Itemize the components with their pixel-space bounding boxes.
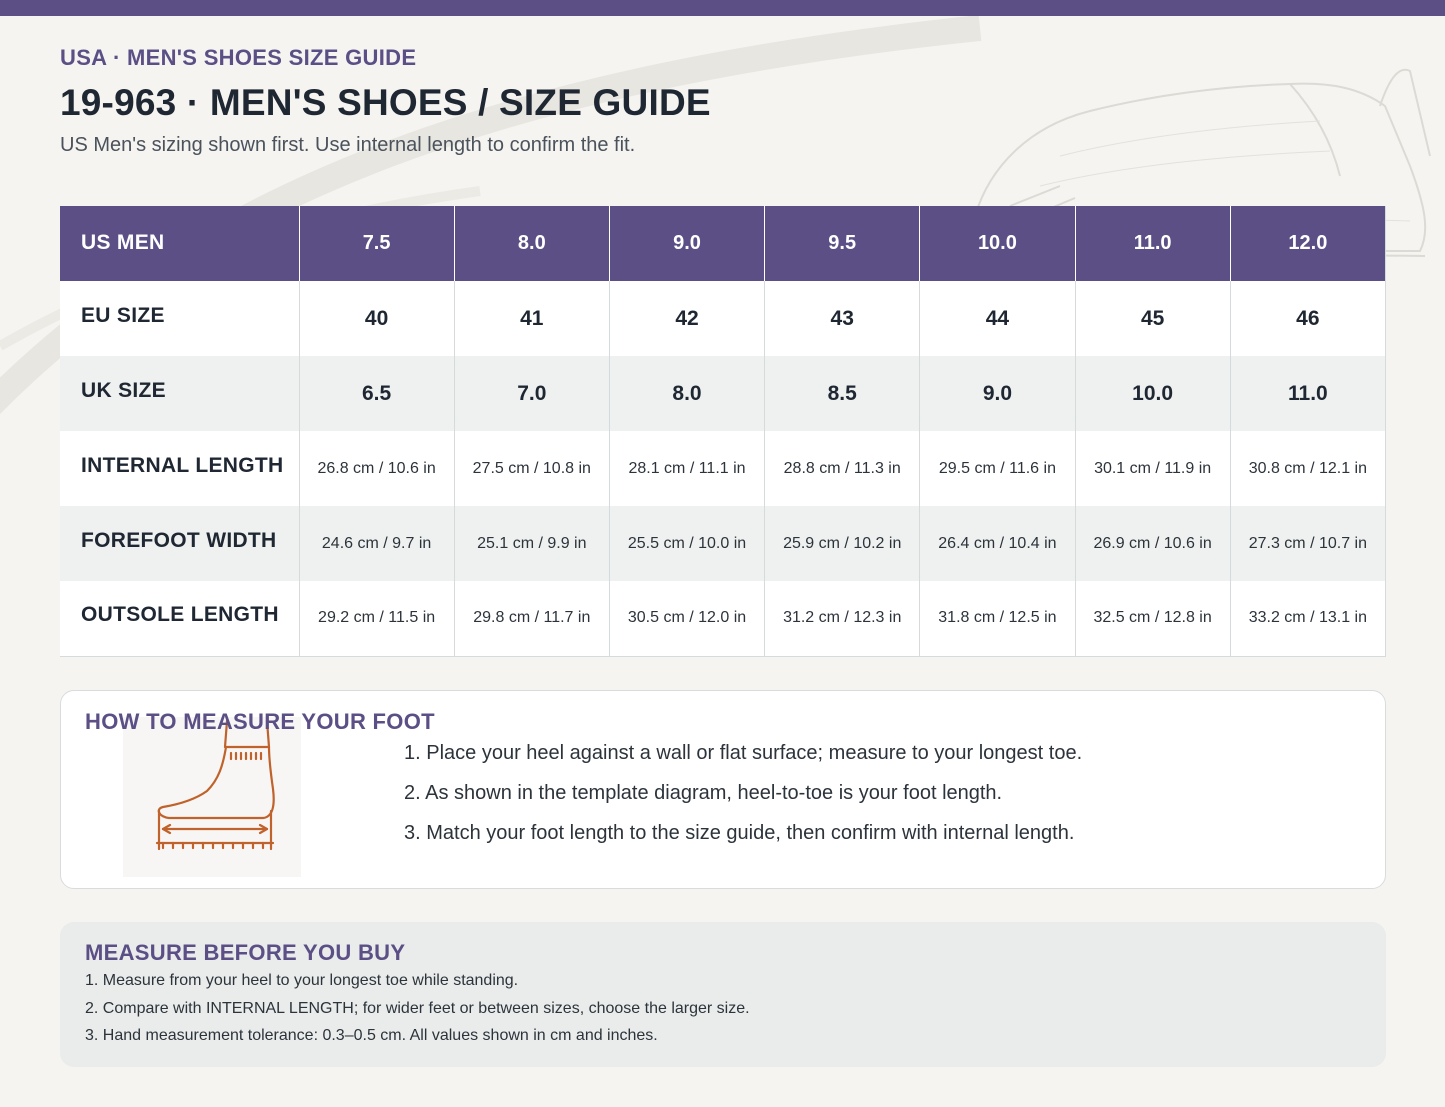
table-row: EU SIZE 40 41 42 43 44 45 46 bbox=[60, 281, 1387, 356]
table-cell: 30.1 cm / 11.9 in bbox=[1075, 431, 1231, 506]
list-item: 3. Hand measurement tolerance: 0.3–0.5 c… bbox=[85, 1027, 658, 1044]
page-eyebrow: USA · MEN'S SHOES SIZE GUIDE bbox=[60, 45, 417, 70]
foot-measure-icon bbox=[123, 717, 301, 877]
table-row: OUTSOLE LENGTH 29.2 cm / 11.5 in 29.8 cm… bbox=[60, 581, 1387, 657]
table-row: INTERNAL LENGTH 26.8 cm / 10.6 in 27.5 c… bbox=[60, 431, 1387, 506]
us-size-cell: 11.0 bbox=[1075, 206, 1231, 281]
table-cell: 26.4 cm / 10.4 in bbox=[919, 506, 1076, 581]
table-cell: 6.5 bbox=[299, 356, 455, 431]
list-item: 1. Measure from your heel to your longes… bbox=[85, 972, 519, 989]
table-cell: 33.2 cm / 13.1 in bbox=[1230, 581, 1387, 657]
measure-steps: 1. Place your heel against a wall or fla… bbox=[404, 739, 1082, 859]
row-label: FOREFOOT WIDTH bbox=[60, 506, 300, 581]
table-cell: 29.8 cm / 11.7 in bbox=[454, 581, 610, 657]
table-row: UK SIZE 6.5 7.0 8.0 8.5 9.0 10.0 11.0 bbox=[60, 356, 1387, 431]
table-header-row: US MEN 7.5 8.0 9.0 9.5 10.0 11.0 12.0 bbox=[60, 206, 1387, 281]
us-size-cell: 9.0 bbox=[609, 206, 766, 281]
table-cell: 27.5 cm / 10.8 in bbox=[454, 431, 610, 506]
table-cell: 11.0 bbox=[1230, 356, 1387, 431]
list-item: 3. Match your foot length to the size gu… bbox=[404, 822, 1075, 844]
size-table: US MEN 7.5 8.0 9.0 9.5 10.0 11.0 12.0 EU… bbox=[60, 206, 1387, 657]
us-size-cell: 7.5 bbox=[299, 206, 455, 281]
table-cell: 31.2 cm / 12.3 in bbox=[764, 581, 921, 657]
row-label: OUTSOLE LENGTH bbox=[60, 581, 300, 657]
table-cell: 28.8 cm / 11.3 in bbox=[764, 431, 921, 506]
list-item: 2. Compare with INTERNAL LENGTH; for wid… bbox=[85, 999, 750, 1017]
tips-list: 1. Measure from your heel to your longes… bbox=[85, 970, 750, 1053]
table-cell: 8.0 bbox=[609, 356, 766, 431]
table-cell: 7.0 bbox=[454, 356, 610, 431]
top-accent-bar bbox=[0, 0, 1445, 16]
list-item: 1. Place your heel against a wall or fla… bbox=[404, 742, 1083, 764]
table-cell: 29.2 cm / 11.5 in bbox=[299, 581, 455, 657]
row-label: UK SIZE bbox=[60, 356, 300, 431]
us-size-cell: 8.0 bbox=[454, 206, 610, 281]
page-subtitle: US Men's sizing shown first. Use interna… bbox=[60, 134, 636, 156]
table-cell: 40 bbox=[299, 281, 455, 356]
table-cell: 30.5 cm / 12.0 in bbox=[609, 581, 766, 657]
table-cell: 45 bbox=[1075, 281, 1231, 356]
table-row: FOREFOOT WIDTH 24.6 cm / 9.7 in 25.1 cm … bbox=[60, 506, 1387, 581]
table-cell: 10.0 bbox=[1075, 356, 1231, 431]
page-title: 19-963 · MEN'S SHOES / SIZE GUIDE bbox=[60, 82, 711, 123]
table-cell: 25.1 cm / 9.9 in bbox=[454, 506, 610, 581]
table-cell: 31.8 cm / 12.5 in bbox=[919, 581, 1076, 657]
table-cell: 29.5 cm / 11.6 in bbox=[919, 431, 1076, 506]
table-cell: 42 bbox=[609, 281, 766, 356]
table-cell: 26.9 cm / 10.6 in bbox=[1075, 506, 1231, 581]
table-cell: 46 bbox=[1230, 281, 1387, 356]
row-label: INTERNAL LENGTH bbox=[60, 431, 300, 506]
table-cell: 24.6 cm / 9.7 in bbox=[299, 506, 455, 581]
table-cell: 28.1 cm / 11.1 in bbox=[609, 431, 766, 506]
table-cell: 44 bbox=[919, 281, 1076, 356]
table-cell: 25.5 cm / 10.0 in bbox=[609, 506, 766, 581]
measure-title: HOW TO MEASURE YOUR FOOT bbox=[85, 709, 435, 734]
table-cell: 25.9 cm / 10.2 in bbox=[764, 506, 921, 581]
tips-title: MEASURE BEFORE YOU BUY bbox=[85, 940, 406, 965]
table-cell: 26.8 cm / 10.6 in bbox=[299, 431, 455, 506]
table-cell: 43 bbox=[764, 281, 921, 356]
page-header: USA · MEN'S SHOES SIZE GUIDE 19-963 · ME… bbox=[60, 44, 1060, 158]
table-cell: 32.5 cm / 12.8 in bbox=[1075, 581, 1231, 657]
us-size-cell: 12.0 bbox=[1230, 206, 1387, 281]
tips-card: MEASURE BEFORE YOU BUY 1. Measure from y… bbox=[60, 922, 1386, 1067]
measure-card: HOW TO MEASURE YOUR FOOT 1. Place your h… bbox=[60, 690, 1386, 889]
row-label: EU SIZE bbox=[60, 281, 300, 356]
table-cell: 9.0 bbox=[919, 356, 1076, 431]
us-size-cell: 10.0 bbox=[919, 206, 1076, 281]
table-cell: 27.3 cm / 10.7 in bbox=[1230, 506, 1387, 581]
row-label: US MEN bbox=[60, 206, 300, 281]
table-cell: 30.8 cm / 12.1 in bbox=[1230, 431, 1387, 506]
list-item: 2. As shown in the template diagram, hee… bbox=[404, 782, 1003, 804]
table-cell: 8.5 bbox=[764, 356, 921, 431]
us-size-cell: 9.5 bbox=[764, 206, 921, 281]
table-cell: 41 bbox=[454, 281, 610, 356]
